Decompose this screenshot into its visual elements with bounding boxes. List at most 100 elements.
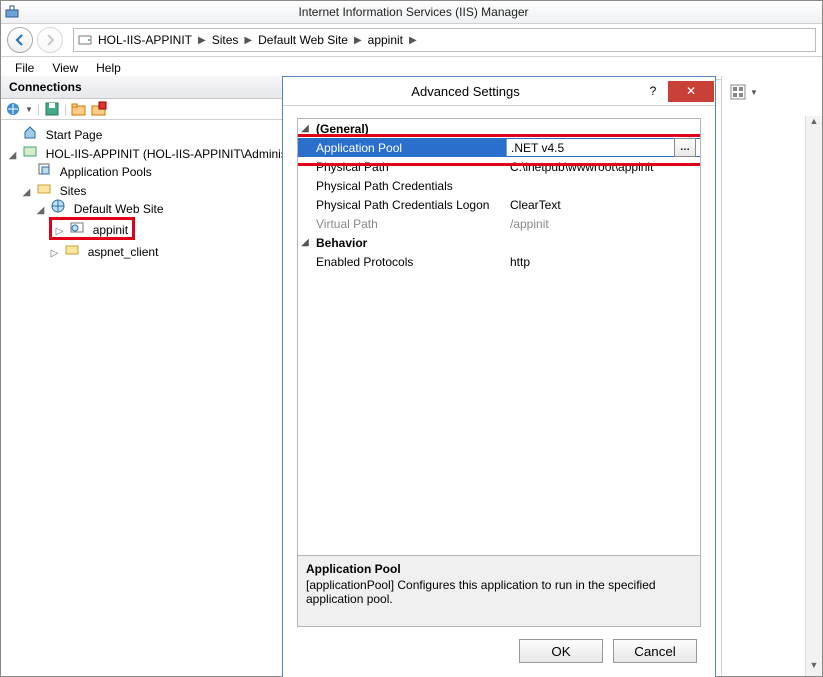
collapse-icon[interactable]: ◢	[35, 205, 46, 216]
tree-sites[interactable]: ◢ Sites ◢ Default Web Site	[21, 180, 279, 262]
crumb-server[interactable]: HOL-IIS-APPINIT	[94, 33, 196, 47]
connections-panel: Connections ▼ | | Start Page	[1, 76, 284, 676]
cancel-button[interactable]: Cancel	[613, 639, 697, 663]
stop-icon[interactable]	[91, 101, 107, 117]
tree-aspnet-client[interactable]: ▷ aspnet_client	[49, 241, 279, 260]
crumb-appinit[interactable]: appinit	[364, 33, 407, 47]
prop-value: C:\inetpub\wwwroot\appinit	[506, 160, 700, 174]
tree-label: Start Page	[44, 128, 105, 142]
titlebar-title: Internet Information Services (IIS) Mana…	[25, 5, 802, 19]
crumb-sep-icon: ▶	[244, 35, 252, 46]
server-icon	[78, 33, 92, 47]
tree-label: Application Pools	[58, 165, 154, 179]
tree-app-pools[interactable]: Application Pools	[21, 161, 279, 180]
dialog-help-button[interactable]: ?	[638, 84, 668, 98]
row-physical-path[interactable]: Physical Path C:\inetpub\wwwroot\appinit	[298, 157, 700, 176]
tree-label: appinit	[91, 223, 130, 237]
collapse-icon[interactable]: ◢	[298, 237, 312, 248]
expand-icon[interactable]: ▷	[54, 226, 65, 237]
dialog-title: Advanced Settings	[293, 84, 638, 99]
menu-view[interactable]: View	[44, 59, 86, 77]
menu-help[interactable]: Help	[88, 59, 129, 77]
new-folder-icon[interactable]	[71, 101, 87, 117]
prop-value-editor[interactable]: .NET v4.5 …	[506, 139, 700, 156]
app-pools-icon	[36, 162, 52, 176]
dialog-titlebar: Advanced Settings ? ✕	[283, 77, 715, 106]
tree-appinit[interactable]: ▷ appinit	[49, 216, 279, 241]
description-text: [applicationPool] Configures this applic…	[306, 578, 692, 606]
property-grid[interactable]: ◢ (General) Application Pool .NET v4.5 ……	[297, 118, 701, 556]
iis-icon	[5, 5, 19, 19]
collapse-icon[interactable]: ◢	[7, 150, 18, 161]
view-options-icon[interactable]	[730, 84, 746, 100]
dialog-button-row: OK Cancel	[297, 627, 701, 667]
crumb-sites-label: Sites	[212, 33, 239, 47]
collapse-icon[interactable]: ◢	[298, 123, 312, 134]
prop-value: .NET v4.5	[511, 141, 670, 155]
row-pp-credentials[interactable]: Physical Path Credentials	[298, 176, 700, 195]
back-button[interactable]	[7, 27, 33, 53]
row-virtual-path[interactable]: Virtual Path /appinit	[298, 214, 700, 233]
crumb-sep-icon: ▶	[354, 35, 362, 46]
connect-icon[interactable]	[5, 101, 21, 117]
collapse-icon[interactable]: ◢	[21, 187, 32, 198]
titlebar: Internet Information Services (IIS) Mana…	[1, 1, 822, 24]
advanced-settings-dialog: Advanced Settings ? ✕ ◢ (General) Applic…	[282, 76, 716, 677]
tree-default-site[interactable]: ◢ Default Web Site ▷	[35, 198, 279, 261]
crumb-server-label: HOL-IIS-APPINIT	[98, 33, 192, 47]
category-behavior[interactable]: ◢ Behavior	[298, 233, 700, 252]
dialog-close-button[interactable]: ✕	[668, 81, 714, 102]
prop-value: http	[506, 255, 700, 269]
tree-label: Sites	[58, 184, 89, 198]
home-icon	[22, 125, 38, 139]
close-icon: ✕	[686, 84, 696, 98]
crumb-default-site-label: Default Web Site	[258, 33, 348, 47]
folder-icon	[64, 242, 80, 256]
category-general[interactable]: ◢ (General)	[298, 119, 700, 138]
highlight-appinit: ▷ appinit	[49, 217, 135, 240]
scrollbar[interactable]: ▲ ▼	[805, 116, 822, 676]
category-label: (General)	[312, 122, 369, 136]
connections-header: Connections	[1, 76, 283, 99]
webapp-icon	[69, 220, 85, 234]
forward-button[interactable]	[37, 27, 63, 53]
prop-value: /appinit	[506, 217, 700, 231]
category-label: Behavior	[312, 236, 367, 250]
dropdown-icon[interactable]: ▼	[25, 105, 33, 114]
ellipsis-button[interactable]: …	[674, 138, 696, 157]
save-icon[interactable]	[44, 101, 60, 117]
connections-tree[interactable]: Start Page ◢ HOL-IIS-APPINIT (HOL-IIS-AP…	[1, 120, 283, 676]
actions-pane: ▼ ▲ ▼	[721, 76, 822, 676]
prop-name: Virtual Path	[298, 217, 506, 231]
leaf-icon	[7, 131, 18, 142]
prop-value: ClearText	[506, 198, 700, 212]
expand-icon[interactable]: ▷	[49, 248, 60, 259]
row-application-pool[interactable]: Application Pool .NET v4.5 …	[298, 138, 700, 157]
prop-name: Physical Path	[298, 160, 506, 174]
dropdown-icon[interactable]: ▼	[750, 88, 758, 97]
ok-button[interactable]: OK	[519, 639, 603, 663]
server-icon	[22, 144, 38, 158]
tree-label: aspnet_client	[86, 245, 161, 259]
tree-start-page[interactable]: Start Page	[7, 124, 279, 143]
menu-file[interactable]: File	[7, 59, 42, 77]
tree-label: HOL-IIS-APPINIT (HOL-IIS-APPINIT\Adminis…	[44, 147, 283, 161]
globe-icon	[50, 199, 66, 213]
description-title: Application Pool	[306, 562, 692, 576]
window-root: Internet Information Services (IIS) Mana…	[0, 0, 823, 677]
row-enabled-protocols[interactable]: Enabled Protocols http	[298, 252, 700, 271]
prop-name: Application Pool	[298, 141, 506, 155]
prop-name: Enabled Protocols	[298, 255, 506, 269]
leaf-icon	[21, 168, 32, 179]
crumb-sep-icon: ▶	[198, 35, 206, 46]
main-area: Connections ▼ | | Start Page	[1, 76, 822, 676]
connections-toolbar: ▼ | |	[1, 99, 283, 120]
prop-name: Physical Path Credentials Logon	[298, 198, 506, 212]
crumb-sites[interactable]: Sites	[208, 33, 243, 47]
crumb-default-site[interactable]: Default Web Site	[254, 33, 352, 47]
navbar: HOL-IIS-APPINIT ▶ Sites ▶ Default Web Si…	[1, 24, 822, 57]
row-pp-logon[interactable]: Physical Path Credentials Logon ClearTex…	[298, 195, 700, 214]
address-bar[interactable]: HOL-IIS-APPINIT ▶ Sites ▶ Default Web Si…	[73, 28, 816, 52]
tree-server[interactable]: ◢ HOL-IIS-APPINIT (HOL-IIS-APPINIT\Admin…	[7, 143, 279, 263]
prop-name: Physical Path Credentials	[298, 179, 506, 193]
